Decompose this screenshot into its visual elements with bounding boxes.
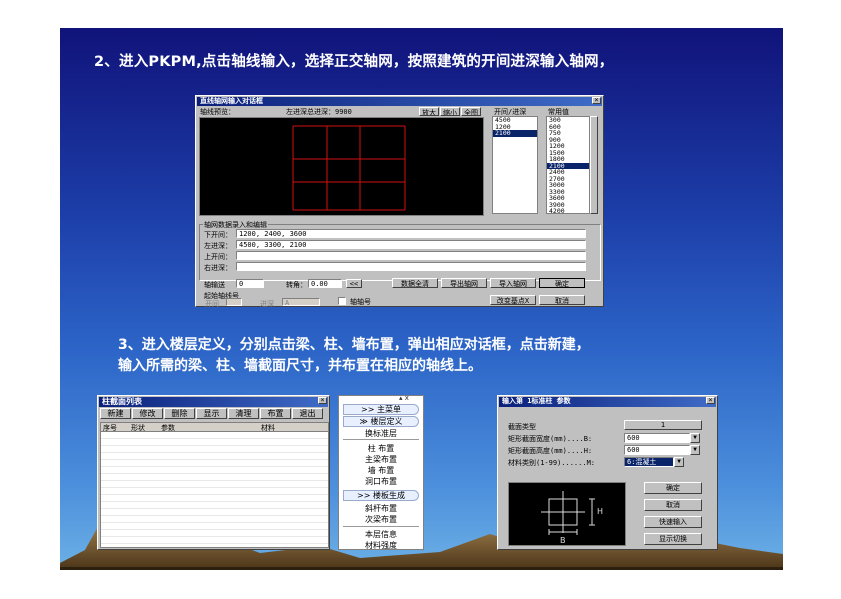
menu-item[interactable]: 材料强度 [339, 540, 423, 551]
common-values-scrollbar[interactable] [590, 116, 598, 214]
rotation-label: 转角： [286, 281, 307, 289]
height-input[interactable]: 600 [624, 445, 690, 455]
slide: 2、进入PKPM,点击轴线输入，选择正交轴网，按照建筑的开间进深输入轴网， 直线… [60, 28, 783, 570]
main-menu-button[interactable]: >> 主菜单 [343, 404, 419, 415]
menu-pin-icon[interactable]: ▴ x [399, 394, 409, 402]
import-grid-button[interactable]: 导入轴网 [490, 278, 536, 288]
grid-input-dialog: 直线轴网输入对话框 × 轴线预览： 左进深总进深：9900 放大 缩小 全图 开… [195, 95, 604, 308]
section-type-value[interactable]: 1 [624, 420, 702, 430]
row-label-left-depth: 左进深： [204, 242, 232, 250]
axis-preview-canvas[interactable] [199, 117, 484, 216]
section-list-titlebar: 柱截面列表 [99, 397, 328, 407]
material-label: 材料类别(1-99)......M: [508, 459, 596, 467]
floor-definition-button[interactable]: ≫ 楼层定义 [343, 416, 419, 427]
height-dropdown-icon[interactable]: ▼ [690, 445, 700, 455]
section-shape-drawing: H B [541, 491, 603, 545]
toolbar-button[interactable]: 修改 [132, 408, 163, 419]
floor-menu: ▴ x >> 主菜单 ≫ 楼层定义 换标准层 柱 布置 主梁布置墙 布置 洞口布置 … [338, 394, 424, 551]
toolbar-button[interactable]: 删除 [164, 408, 195, 419]
bay-depth-item[interactable]: 2100 [493, 130, 537, 137]
axis-number-checkbox[interactable] [338, 297, 346, 305]
menu-item[interactable]: 墙 布置 [339, 465, 423, 476]
display-toggle-button[interactable]: 显示切换 [644, 533, 702, 545]
bottom-bay-input[interactable]: 1200, 2400, 3600 [236, 229, 586, 238]
axis-number-label: 轴轴号 [350, 298, 371, 306]
close-icon[interactable]: × [318, 397, 327, 404]
export-grid-button[interactable]: 导出轴网 [441, 278, 487, 288]
right-depth-input[interactable] [236, 262, 586, 271]
slab-generation-button[interactable]: >> 楼板生成 [343, 490, 419, 501]
change-base-point-button[interactable]: 改变基点X [490, 295, 536, 305]
full-view-button[interactable]: 全图 [461, 107, 481, 116]
common-value-item[interactable]: 4200 [547, 208, 589, 213]
zoom-out-button[interactable]: 缩小 [440, 107, 460, 116]
zoom-in-button[interactable]: 放大 [419, 107, 439, 116]
start-bay-input[interactable] [226, 298, 242, 306]
toolbar-button[interactable]: 退出 [292, 408, 323, 419]
section-table[interactable]: 序号 形状 参数 材料 [100, 422, 329, 548]
left-depth-input[interactable]: 4500, 3300, 2100 [236, 240, 586, 249]
cancel-button[interactable]: 取消 [539, 295, 585, 305]
row-label-right-depth: 右进深： [204, 264, 232, 272]
ok-button[interactable]: 确定 [539, 278, 585, 288]
section-table-rows [101, 432, 328, 547]
menu-divider [343, 439, 419, 440]
top-bay-input[interactable] [236, 251, 586, 260]
step3-line2: 输入所需的梁、柱、墙截面尺寸，并布置在相应的轴线上。 [118, 358, 482, 374]
material-input[interactable]: 6:混凝土 [624, 457, 674, 467]
toolbar-button[interactable]: 布置 [260, 408, 291, 419]
prev-button[interactable]: << [346, 279, 362, 288]
menu-item[interactable]: 主梁布置 [339, 454, 423, 465]
start-depth-label: 进深 [260, 300, 274, 308]
start-depth-input[interactable]: A [282, 298, 320, 306]
width-label: 矩形截面宽度(mm)....B: [508, 435, 593, 443]
toolbar-button[interactable]: 新建 [100, 408, 131, 419]
cancel-button[interactable]: 取消 [644, 499, 702, 511]
column-dialog-titlebar: 输入第 1标准柱 参数 [499, 397, 716, 407]
toolbar-button[interactable]: 显示 [196, 408, 227, 419]
section-type-label: 截面类型 [508, 423, 536, 431]
section-list-toolbar: 新建 修改 删除 显示 清理 布置 退出 [100, 408, 329, 420]
quick-input-button[interactable]: 快速输入 [644, 516, 702, 528]
material-dropdown-icon[interactable]: ▼ [674, 457, 684, 467]
menu-item[interactable]: 本层信息 [339, 529, 423, 540]
menu-item[interactable]: 斜杆布置 [339, 503, 423, 514]
height-label: 矩形截面高度(mm)....H: [508, 447, 593, 455]
grid-dialog-titlebar: 直线轴网输入对话框 [197, 97, 602, 106]
ok-button[interactable]: 确定 [644, 482, 702, 494]
step2-title: 2、进入PKPM,点击轴线输入，选择正交轴网，按照建筑的开间进深输入轴网， [94, 54, 614, 70]
axis-angle-input[interactable]: 0 [236, 279, 264, 288]
axis-angle-label: 轴输送 [204, 281, 225, 289]
preview-label: 轴线预览： [200, 108, 235, 116]
dim-h-label: H [597, 507, 603, 516]
axis-grid-drawing [292, 125, 406, 211]
section-list-title: 柱截面列表 [102, 397, 142, 406]
row-label-bottom-bay: 下开间： [204, 231, 232, 239]
width-dropdown-icon[interactable]: ▼ [690, 433, 700, 443]
common-values-list[interactable]: 300 600 750 900 1200 1500 1800 2100 2400 2700 3000… [546, 116, 590, 214]
depth-total-label: 左进深总进深：9900 [286, 108, 352, 116]
clear-all-button[interactable]: 数据全清 [392, 278, 438, 288]
close-icon[interactable]: × [706, 397, 715, 404]
bay-depth-list[interactable]: 4500 1200 2100 [492, 116, 538, 214]
switch-standard-layer-item[interactable]: 换标准层 [339, 428, 423, 439]
column-param-dialog: 输入第 1标准柱 参数 × 截面类型 1 矩形截面宽度(mm)....B: 60… [497, 395, 718, 550]
start-bay-label: 开间 [205, 300, 219, 308]
rotation-input[interactable]: 0.00 [308, 279, 342, 288]
step3-paragraph: 3、进入楼层定义，分别点击梁、柱、墙布置，弹出相应对话框，点击新建， 输入所需的… [118, 335, 590, 377]
menu-divider [343, 526, 419, 527]
section-list-window: 柱截面列表 × 新建 修改 删除 显示 清理 布置 退出 序号 形状 参数 材料 [97, 395, 330, 550]
section-table-header: 序号 形状 参数 材料 [101, 423, 328, 432]
menu-item[interactable]: 洞口布置 [339, 476, 423, 487]
toolbar-button[interactable]: 清理 [228, 408, 259, 419]
width-input[interactable]: 600 [624, 433, 690, 443]
menu-item[interactable]: 柱 布置 [339, 443, 423, 454]
section-preview: H B [508, 482, 626, 546]
menu-item[interactable]: 次梁布置 [339, 514, 423, 525]
close-icon[interactable]: × [592, 97, 601, 104]
dim-b-label: B [560, 536, 566, 545]
row-label-top-bay: 上开间： [204, 253, 232, 261]
step3-line1: 3、进入楼层定义，分别点击梁、柱、墙布置，弹出相应对话框，点击新建， [118, 337, 590, 353]
